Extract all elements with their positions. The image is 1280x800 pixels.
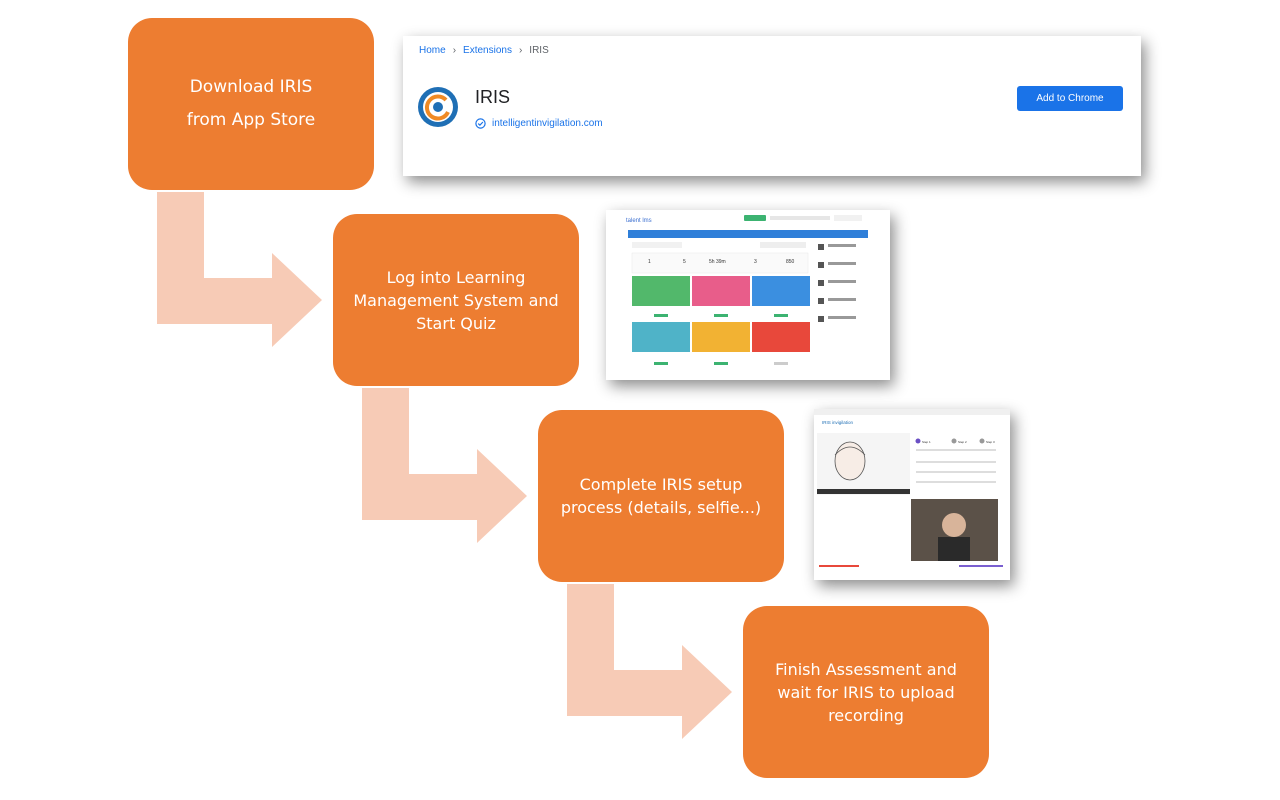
lms-stat-3: 5h 39m: [709, 259, 726, 265]
breadcrumb-extensions[interactable]: Extensions: [463, 45, 512, 56]
setup-brand-text: IRIS invigilation: [822, 420, 854, 425]
step-complete-setup: Complete IRIS setup process (details, se…: [538, 410, 784, 582]
lms-stat-5: 850: [786, 259, 795, 265]
connector-arrow-2-shape: [362, 388, 527, 543]
lms-dashboard-preview: talent lms 1 5 5h 39m 3 850: [606, 210, 890, 380]
add-to-chrome-button[interactable]: Add to Chrome: [1017, 86, 1123, 111]
lms-stat-1: 1: [648, 259, 651, 265]
lms-dashboard-screenshot: talent lms 1 5 5h 39m 3 850: [606, 210, 890, 380]
breadcrumb: Home › Extensions › IRIS: [419, 45, 549, 56]
step-download-iris: Download IRIS from App Store: [128, 18, 374, 190]
chevron-right-icon: ›: [452, 45, 457, 56]
connector-arrow-1-shape: [157, 192, 322, 347]
setup-step-1: Step 1: [922, 440, 931, 444]
connector-arrow-3-shape: [567, 584, 732, 739]
iris-setup-preview: IRIS invigilation Step 1 Step 2 Step 3: [814, 409, 1010, 580]
breadcrumb-current: IRIS: [529, 45, 549, 56]
lms-stat-4: 3: [754, 259, 757, 265]
step-1-text: Download IRIS from App Store: [186, 77, 316, 130]
extension-name: IRIS: [475, 87, 511, 107]
iris-logo-icon: [418, 87, 458, 127]
step-finish-assessment: Finish Assessment and wait for IRIS to u…: [743, 606, 989, 778]
lms-brand-text: talent lms: [626, 218, 652, 224]
verified-icon: [475, 118, 486, 129]
lms-stat-2: 5: [683, 259, 686, 265]
extension-website[interactable]: intelligentinvigilation.com: [475, 118, 603, 129]
step-3-text: Complete IRIS setup process (details, se…: [560, 475, 762, 517]
step-2-text: Log into Learning Management System and …: [353, 267, 559, 333]
chrome-store-screenshot: Home › Extensions › IRIS IRIS intelligentinv…: [403, 36, 1141, 176]
step-log-into-lms: Log into Learning Management System and …: [333, 214, 579, 386]
iris-setup-screenshot: IRIS invigilation Step 1 Step 2 Step 3: [814, 409, 1010, 580]
setup-step-3: Step 3: [986, 440, 995, 444]
setup-step-2: Step 2: [958, 440, 967, 444]
step-4-text: Finish Assessment and wait for IRIS to u…: [775, 659, 957, 725]
chevron-right-icon: ›: [518, 45, 523, 56]
breadcrumb-home[interactable]: Home: [419, 45, 446, 56]
website-link[interactable]: intelligentinvigilation.com: [492, 118, 603, 129]
